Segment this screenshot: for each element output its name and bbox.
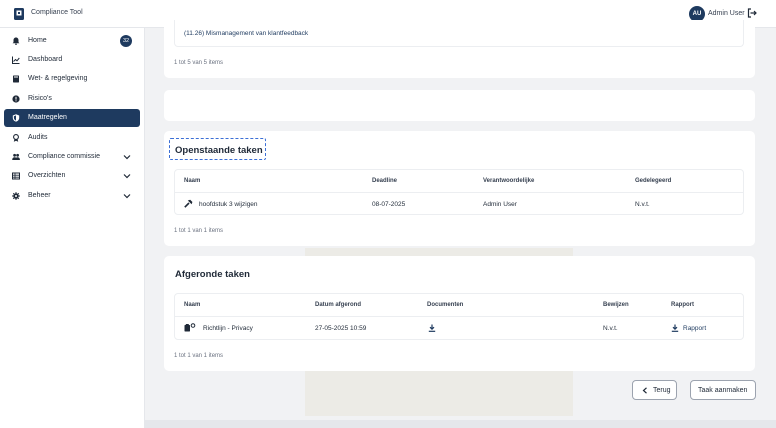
create-task-button[interactable]: Taak aanmaken bbox=[690, 380, 756, 400]
table-row[interactable]: hoofdstuk 3 wijzigen 08-07-2025 Admin Us… bbox=[175, 193, 743, 215]
sidebar-item-label: Overzichten bbox=[28, 172, 66, 179]
sidebar-item-label: Compliance commissie bbox=[28, 153, 100, 160]
notification-badge: 32 bbox=[120, 35, 132, 47]
sidebar-item-label: Dashboard bbox=[28, 56, 63, 63]
task-name[interactable]: hoofdstuk 3 wijzigen bbox=[199, 201, 258, 208]
task-completed-date: 27-05-2025 10:59 bbox=[315, 325, 367, 332]
column-header[interactable]: Datum afgerond bbox=[315, 302, 361, 308]
column-header[interactable]: Naam bbox=[184, 178, 200, 184]
empty-card bbox=[164, 90, 755, 121]
chevron-left-icon bbox=[642, 387, 647, 394]
sidebar-item-audits[interactable]: Audits bbox=[4, 129, 140, 147]
column-header[interactable]: Naam bbox=[184, 302, 200, 308]
focus-indicator bbox=[169, 138, 266, 160]
footer-strip bbox=[145, 420, 776, 428]
sidebar-item-risks[interactable]: Risico's bbox=[4, 90, 140, 108]
task-type-icon bbox=[184, 323, 196, 332]
chevron-down-icon bbox=[123, 155, 131, 160]
related-items-table: (11.26) Mismanagement van klantfeedback bbox=[174, 20, 744, 47]
bell-icon bbox=[12, 37, 20, 45]
column-header[interactable]: Verantwoordelijke bbox=[483, 178, 534, 184]
sidebar: Home 32 Dashboard Wet- & regelgeving Ris… bbox=[0, 28, 145, 428]
column-header[interactable]: Rapport bbox=[671, 302, 694, 308]
download-icon[interactable] bbox=[671, 324, 679, 332]
app-title: Compliance Tool bbox=[31, 9, 83, 16]
sidebar-item-overviews[interactable]: Overzichten bbox=[4, 167, 140, 185]
alert-circle-icon bbox=[12, 95, 20, 103]
column-header[interactable]: Documenten bbox=[427, 302, 463, 308]
chart-line-icon bbox=[12, 56, 20, 64]
chevron-down-icon bbox=[123, 174, 131, 179]
user-name[interactable]: Admin User bbox=[708, 10, 745, 17]
pagination-info: 1 tot 5 van 5 items bbox=[174, 60, 224, 66]
task-responsible: Admin User bbox=[483, 201, 517, 208]
completed-tasks-card: Afgeronde taken Naam Datum afgerond Docu… bbox=[164, 256, 755, 371]
task-name[interactable]: Richtlijn - Privacy bbox=[203, 325, 253, 332]
table-row[interactable]: Richtlijn - Privacy 27-05-2025 10:59 N.v… bbox=[175, 317, 743, 340]
completed-tasks-table: Naam Datum afgerond Documenten Bewijzen … bbox=[174, 293, 744, 340]
report-link[interactable]: Rapport bbox=[683, 325, 706, 332]
sidebar-item-regulation[interactable]: Wet- & regelgeving bbox=[4, 70, 140, 88]
shield-icon bbox=[12, 114, 20, 122]
task-delegated: N.v.t. bbox=[635, 201, 650, 208]
sidebar-item-label: Maatregelen bbox=[28, 114, 67, 121]
sidebar-item-compliance-committee[interactable]: Compliance commissie bbox=[4, 148, 140, 166]
app-logo-icon bbox=[14, 8, 24, 20]
sidebar-item-label: Risico's bbox=[28, 95, 52, 102]
open-tasks-table: Naam Deadline Verantwoordelijke Gedelege… bbox=[174, 169, 744, 215]
pagination-info: 1 tot 1 van 1 items bbox=[174, 353, 224, 359]
sidebar-item-label: Wet- & regelgeving bbox=[28, 75, 88, 82]
column-header[interactable]: Deadline bbox=[372, 178, 397, 184]
download-icon[interactable] bbox=[428, 324, 436, 332]
sidebar-item-management[interactable]: Beheer bbox=[4, 187, 140, 205]
section-title: Afgeronde taken bbox=[175, 269, 250, 280]
sidebar-item-home[interactable]: Home 32 bbox=[4, 32, 140, 50]
create-task-button-label: Taak aanmaken bbox=[698, 387, 748, 394]
table-icon bbox=[12, 172, 20, 180]
sidebar-item-label: Home bbox=[28, 37, 47, 44]
hammer-icon bbox=[184, 199, 193, 208]
gear-icon bbox=[12, 192, 20, 200]
related-item-link[interactable]: (11.26) Mismanagement van klantfeedback bbox=[184, 30, 308, 37]
chevron-down-icon bbox=[123, 194, 131, 199]
task-evidence: N.v.t. bbox=[603, 325, 618, 332]
book-icon bbox=[13, 75, 19, 83]
sidebar-item-label: Beheer bbox=[28, 192, 51, 199]
sidebar-item-label: Audits bbox=[28, 134, 48, 141]
task-deadline: 08-07-2025 bbox=[372, 201, 406, 208]
back-button-label: Terug bbox=[653, 387, 671, 394]
sidebar-item-dashboard[interactable]: Dashboard bbox=[4, 51, 140, 69]
related-items-card: (11.26) Mismanagement van klantfeedback … bbox=[164, 20, 755, 78]
sidebar-item-measures[interactable]: Maatregelen bbox=[4, 109, 140, 127]
back-button[interactable]: Terug bbox=[632, 380, 677, 400]
column-header[interactable]: Gedelegeerd bbox=[635, 178, 671, 184]
pagination-info: 1 tot 1 van 1 items bbox=[174, 228, 224, 234]
logout-icon[interactable] bbox=[747, 8, 757, 18]
column-header[interactable]: Bewijzen bbox=[603, 302, 629, 308]
users-icon bbox=[12, 153, 20, 160]
award-icon bbox=[13, 134, 19, 142]
